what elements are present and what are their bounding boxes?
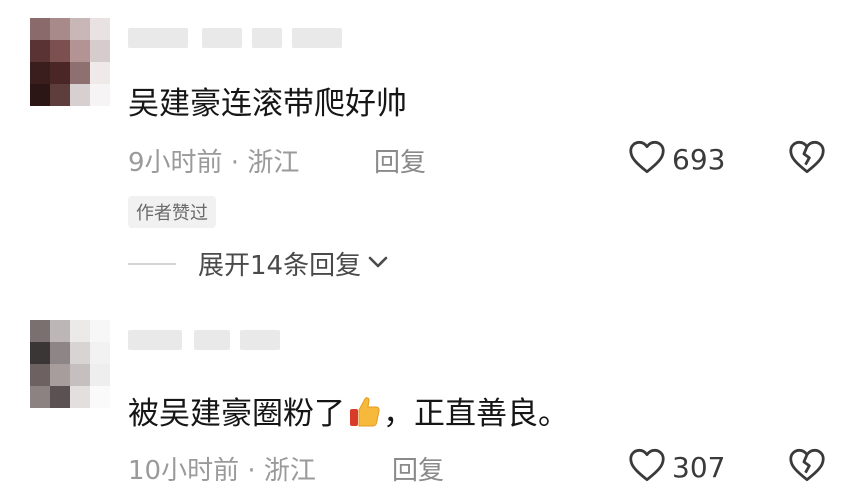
avatar[interactable] — [30, 18, 112, 106]
comment-item: 吴建豪连滚带爬好帅 9小时前 · 浙江 回复 693 作者赞过 展开14条回复 — [0, 0, 853, 300]
comment-meta: 9小时前 · 浙江 — [128, 148, 300, 178]
divider-line — [128, 262, 176, 265]
like-count: 307 — [672, 450, 726, 484]
broken-heart-icon — [788, 140, 826, 178]
expand-replies-label: 展开14条回复 — [198, 251, 362, 281]
chevron-down-icon — [367, 254, 389, 274]
dislike-button[interactable] — [788, 140, 826, 178]
dislike-button[interactable] — [788, 448, 826, 486]
username-blurred[interactable] — [128, 330, 288, 350]
comment-text: 吴建豪连滚带爬好帅 — [128, 86, 407, 122]
heart-outline-icon — [628, 140, 666, 178]
expand-replies-button[interactable]: 展开14条回复 — [128, 245, 389, 282]
like-button[interactable]: 307 — [628, 448, 725, 486]
author-liked-badge: 作者赞过 — [128, 196, 216, 228]
reply-button[interactable]: 回复 — [392, 450, 444, 487]
heart-outline-icon — [628, 448, 666, 486]
comment-item: 被吴建豪圈粉了 ，正直善良。 10小时前 · 浙江 回复 307 — [0, 312, 853, 503]
like-button[interactable]: 693 — [628, 140, 725, 178]
comment-text: 被吴建豪圈粉了 ，正直善良。 — [128, 388, 569, 437]
thumbs-up-icon — [347, 395, 381, 437]
like-count: 693 — [672, 142, 726, 176]
comment-text-start: 被吴建豪圈粉了 — [128, 396, 345, 432]
username-blurred[interactable] — [128, 28, 368, 48]
reply-button[interactable]: 回复 — [374, 142, 426, 179]
broken-heart-icon — [788, 448, 826, 486]
avatar[interactable] — [30, 320, 112, 408]
comment-meta: 10小时前 · 浙江 — [128, 456, 316, 486]
comment-text-end: ，正直善良。 — [383, 396, 569, 432]
